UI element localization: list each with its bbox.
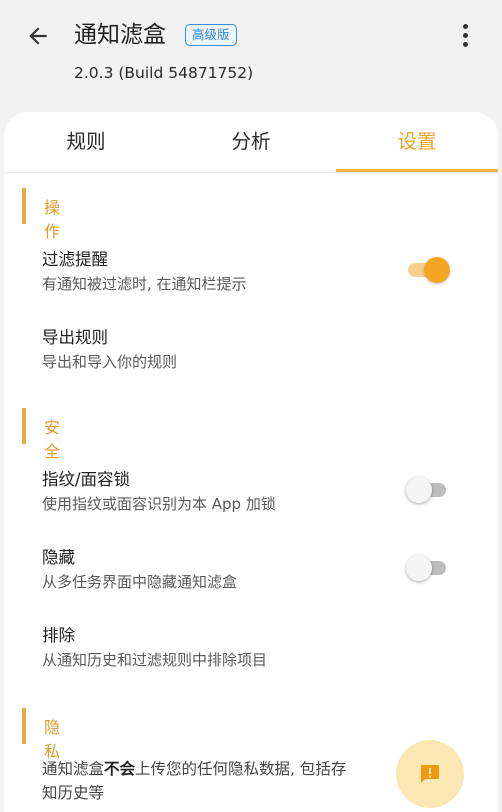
setting-subtitle: 有通知被过滤时, 在通知栏提示 bbox=[42, 275, 247, 293]
setting-subtitle: 从通知历史和过滤规则中排除项目 bbox=[42, 651, 268, 669]
tab-settings[interactable]: 设置 bbox=[336, 112, 498, 172]
setting-exclude[interactable]: 排除 从通知历史和过滤规则中排除项目 bbox=[4, 616, 498, 686]
setting-subtitle: 从多任务界面中隐藏通知滤盒 bbox=[42, 573, 238, 591]
version-text: 2.0.3 (Build 54871752) bbox=[74, 64, 254, 82]
privacy-statement: 通知滤盒不会上传您的任何隐私数据, 包括存 知历史等 bbox=[42, 757, 422, 805]
more-vert-icon-dot bbox=[462, 32, 468, 38]
filter-reminder-toggle[interactable] bbox=[406, 256, 450, 284]
premium-badge: 高级版 bbox=[185, 24, 237, 46]
setting-title: 指纹/面容锁 bbox=[42, 470, 131, 489]
toggle-thumb bbox=[424, 257, 450, 283]
section-actions: 操作 bbox=[22, 188, 60, 241]
feedback-fab[interactable] bbox=[396, 740, 464, 808]
section-title: 隐私 bbox=[44, 718, 61, 761]
setting-title: 排除 bbox=[42, 626, 75, 645]
hide-toggle[interactable] bbox=[406, 554, 450, 582]
setting-subtitle: 使用指纹或面容识别为本 App 加锁 bbox=[42, 495, 276, 513]
section-privacy: 隐私 bbox=[22, 708, 60, 761]
app-bar: 通知滤盒 高级版 2.0.3 (Build 54871752) bbox=[0, 0, 502, 110]
back-arrow-icon bbox=[29, 27, 47, 45]
section-title: 安全 bbox=[44, 418, 61, 461]
feedback-icon bbox=[421, 765, 439, 783]
setting-subtitle: 导出和导入你的规则 bbox=[42, 353, 178, 371]
section-title: 操作 bbox=[44, 198, 61, 241]
page-title: 通知滤盒 bbox=[74, 22, 166, 48]
section-security: 安全 bbox=[22, 408, 60, 461]
more-vert-icon bbox=[462, 23, 468, 29]
privacy-line2: 知历史等 bbox=[42, 784, 105, 802]
tab-rules[interactable]: 规则 bbox=[26, 112, 146, 172]
toggle-thumb bbox=[406, 477, 432, 503]
privacy-emphasis: 不会 bbox=[104, 760, 136, 778]
setting-export-rules[interactable]: 导出规则 导出和导入你的规则 bbox=[4, 318, 498, 388]
setting-title: 导出规则 bbox=[42, 328, 108, 347]
settings-sheet: 规则 分析 设置 操作 过滤提醒 有通知被过滤时, 在通知栏提示 导出规则 导出… bbox=[4, 112, 498, 812]
toggle-thumb bbox=[406, 555, 432, 581]
tab-indicator bbox=[336, 169, 498, 172]
tab-analysis[interactable]: 分析 bbox=[191, 112, 311, 172]
privacy-prefix: 通知滤盒 bbox=[42, 760, 105, 778]
more-vert-icon-dot bbox=[462, 41, 468, 47]
more-options-button[interactable] bbox=[452, 20, 478, 50]
tab-bar: 规则 分析 设置 bbox=[4, 112, 498, 173]
setting-title: 过滤提醒 bbox=[42, 250, 108, 269]
biometric-lock-toggle[interactable] bbox=[406, 476, 450, 504]
privacy-suffix: 上传您的任何隐私数据, 包括存 bbox=[135, 760, 347, 778]
setting-title: 隐藏 bbox=[42, 548, 75, 567]
back-button[interactable] bbox=[18, 18, 58, 54]
